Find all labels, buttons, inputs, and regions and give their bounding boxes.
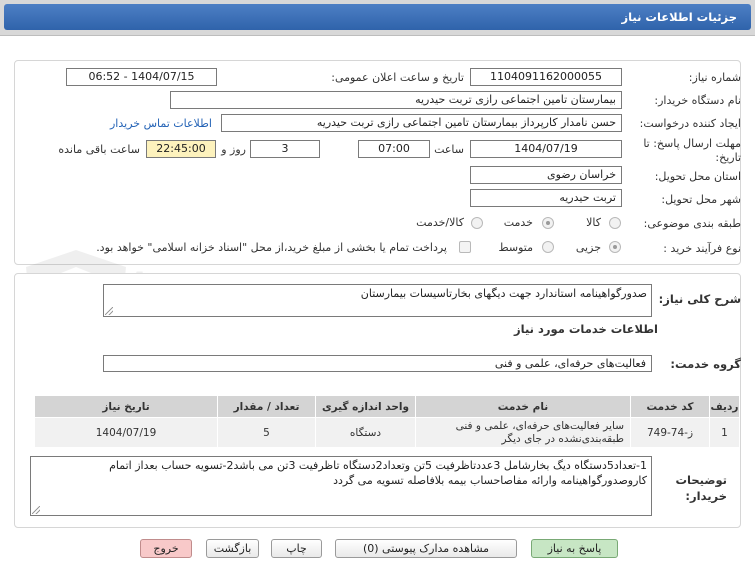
treasury-checkbox[interactable] (459, 241, 471, 253)
service-group-label: گروه خدمت: (670, 357, 741, 371)
category-service-label: خدمت (503, 216, 533, 229)
services-table: ردیف کد خدمت نام خدمت واحد اندازه گیری ت… (34, 395, 740, 448)
category-goods-label: کالا (586, 216, 601, 229)
time-remaining-field: 22:45:00 (146, 140, 216, 158)
days-remaining-field: 3 (250, 140, 320, 158)
buyer-label: نام دستگاه خریدار: (654, 94, 741, 107)
col-date: تاریخ نیاز (34, 395, 218, 418)
treasury-note: پرداخت تمام یا بخشی از مبلغ خرید،از محل … (96, 241, 447, 254)
summary-textarea[interactable]: صدورگواهینامه استاندارد جهت دیگهای بخارت… (103, 284, 652, 317)
creator-field: حسن نامدار کارپرداز بیمارستان تامین اجتم… (221, 114, 622, 132)
category-service-radio[interactable] (542, 217, 554, 229)
resize-grip-icon[interactable] (32, 506, 40, 514)
col-index: ردیف (709, 395, 740, 418)
col-name: نام خدمت (415, 395, 631, 418)
purchase-partial-label: جزیی (575, 241, 601, 254)
days-label: روز و (221, 143, 246, 156)
purchase-type-label: نوع فرآیند خرید : (663, 242, 741, 255)
service-group-field: فعالیت‌های حرفه‌ای، علمی و فنی (103, 355, 652, 372)
summary-text: صدورگواهینامه استاندارد جهت دیگهای بخارت… (360, 287, 647, 300)
buyer-field: بیمارستان تامین اجتماعی رازی تربت حیدریه (170, 91, 622, 109)
services-section-title: اطلاعات خدمات مورد نیاز (514, 322, 658, 336)
page-header: جزئیات اطلاعات نیاز (0, 0, 755, 36)
deadline-label: مهلت ارسال پاسخ: تا تاریخ: (643, 137, 741, 164)
row-index: 1 (709, 417, 740, 448)
deadline-time-label: ساعت (434, 143, 464, 156)
city-label: شهر محل تحویل: (661, 193, 741, 206)
announce-date-field: 1404/07/15 - 06:52 (66, 68, 217, 86)
buyer-notes-textarea[interactable]: 1-تعداد5دستگاه دیگ بخارشامل 3عددتاظرفیت … (30, 456, 652, 516)
row-qty: 5 (217, 417, 316, 448)
exit-button[interactable]: خروج (140, 539, 192, 558)
province-label: استان محل تحویل: (654, 170, 741, 183)
purchase-medium-label: متوسط (498, 241, 533, 254)
deadline-time-field: 07:00 (358, 140, 430, 158)
category-label: طبقه بندی موضوعی: (643, 217, 741, 230)
announce-date-label: تاریخ و ساعت اعلان عمومی: (331, 71, 464, 84)
row-code: ز-74-749 (630, 417, 710, 448)
row-unit: دستگاه (315, 417, 416, 448)
need-number-label: شماره نیاز: (688, 71, 741, 84)
category-goods-radio[interactable] (609, 217, 621, 229)
province-field: خراسان رضوی (470, 166, 622, 184)
category-goods-service-radio[interactable] (471, 217, 483, 229)
purchase-partial-radio[interactable] (609, 241, 621, 253)
city-field: تربت حیدریه (470, 189, 622, 207)
reply-button[interactable]: پاسخ به نیاز (531, 539, 618, 558)
buyer-notes-label: توضیحات خریدار: (675, 473, 728, 503)
purchase-medium-radio[interactable] (542, 241, 554, 253)
deadline-date-field: 1404/07/19 (470, 140, 622, 158)
buyer-notes-text: 1-تعداد5دستگاه دیگ بخارشامل 3عددتاظرفیت … (109, 459, 647, 487)
buyer-contact-link[interactable]: اطلاعات تماس خریدار (110, 117, 212, 130)
page-title: جزئیات اطلاعات نیاز (4, 4, 751, 30)
resize-grip-icon[interactable] (105, 307, 113, 315)
row-date: 1404/07/19 (34, 417, 218, 448)
summary-label: شرح کلی نیاز: (658, 292, 741, 306)
col-qty: تعداد / مقدار (217, 395, 316, 418)
col-unit: واحد اندازه گیری (315, 395, 416, 418)
attachments-button[interactable]: مشاهده مدارک پیوستی (0) (335, 539, 517, 558)
creator-label: ایجاد کننده درخواست: (639, 117, 741, 130)
back-button[interactable]: بازگشت (206, 539, 259, 558)
time-remaining-label: ساعت باقی مانده (58, 143, 140, 156)
category-goods-service-label: کالا/خدمت (416, 216, 464, 229)
need-number-field: 1104091162000055 (470, 68, 622, 86)
row-name: سایر فعالیت‌های حرفه‌ای، علمی و فنی طبقه… (415, 417, 631, 448)
col-code: کد خدمت (630, 395, 710, 418)
table-row: 1 ز-74-749 سایر فعالیت‌های حرفه‌ای، علمی… (34, 417, 740, 448)
print-button[interactable]: چاپ (271, 539, 322, 558)
